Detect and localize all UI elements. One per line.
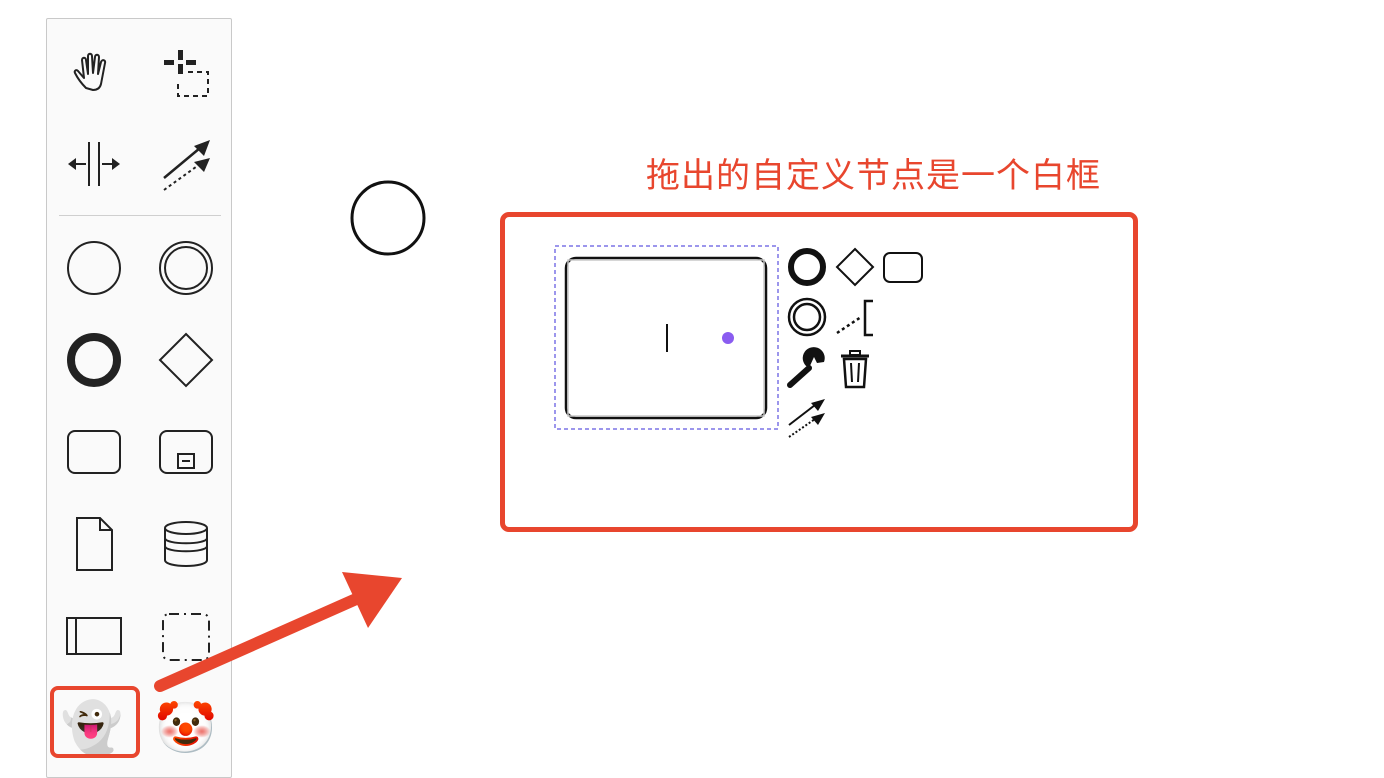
annotation-arrow-shaft (154, 586, 378, 692)
annotation-text: 拖出的自定义节点是一个白框 (646, 156, 1101, 196)
canvas-start-event[interactable] (350, 180, 426, 256)
annotation-highlight-box (500, 212, 1138, 532)
